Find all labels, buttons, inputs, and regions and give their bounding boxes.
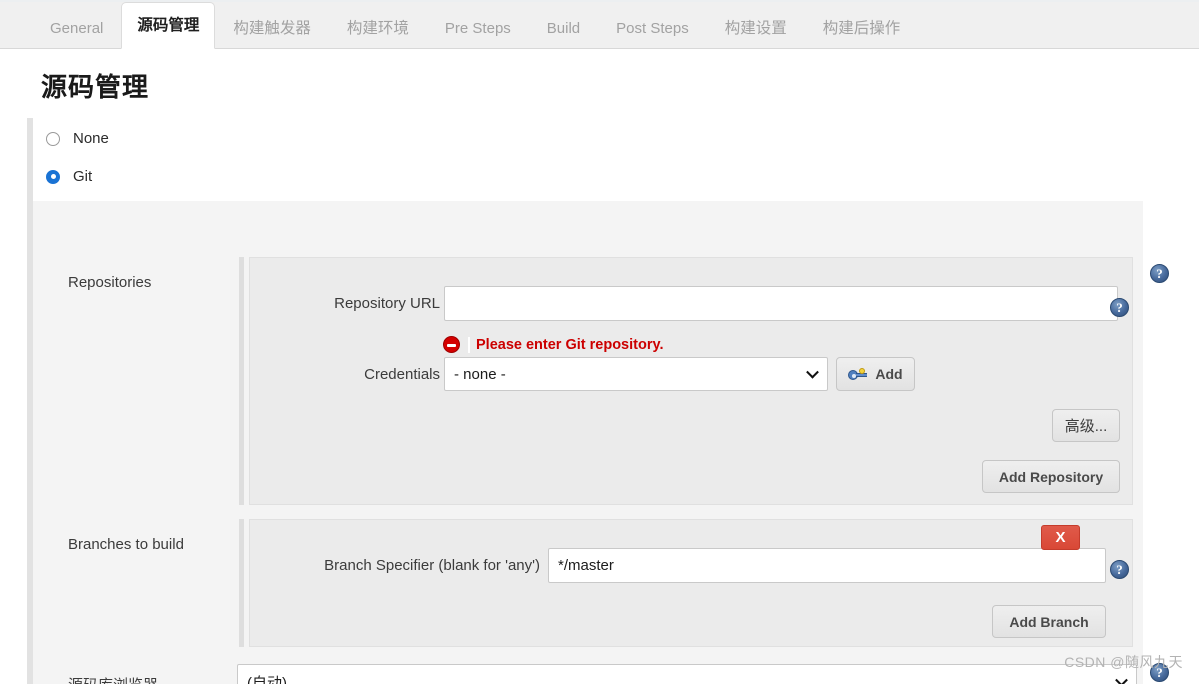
- delete-branch-button[interactable]: X: [1041, 525, 1080, 550]
- scm-option-none-label: None: [73, 130, 109, 147]
- chevron-down-icon: [1115, 673, 1128, 684]
- repository-browser-selected-value: (自动): [247, 674, 287, 684]
- repositories-help-icon[interactable]: ?: [1150, 264, 1169, 283]
- radio-git[interactable]: [46, 169, 60, 184]
- repositories-divider: [239, 257, 244, 505]
- page-title: 源码管理: [41, 72, 150, 102]
- add-credentials-label: Add: [875, 366, 903, 382]
- credentials-select[interactable]: - none -: [444, 357, 828, 391]
- config-tab-bar: General 源码管理 构建触发器 构建环境 Pre Steps Build …: [0, 0, 1199, 49]
- credentials-selected-value: - none -: [454, 365, 506, 383]
- repository-browser-label: 源码库浏览器: [68, 674, 158, 684]
- repository-url-error-text: Please enter Git repository.: [468, 336, 664, 353]
- add-branch-button[interactable]: Add Branch: [992, 605, 1106, 638]
- scm-option-git[interactable]: Git: [46, 168, 92, 185]
- tab-build-settings[interactable]: 构建设置: [707, 10, 805, 48]
- add-repository-button[interactable]: Add Repository: [982, 460, 1120, 493]
- tab-build[interactable]: Build: [529, 10, 598, 48]
- csdn-watermark: CSDN @随风九天: [1064, 654, 1183, 670]
- scm-option-none[interactable]: None: [46, 130, 109, 147]
- repositories-section-label: Repositories: [68, 274, 152, 291]
- tab-general[interactable]: General: [32, 10, 121, 48]
- tab-build-triggers[interactable]: 构建触发器: [215, 10, 329, 48]
- tab-source-code-management[interactable]: 源码管理: [121, 2, 216, 49]
- branch-specifier-input[interactable]: [548, 548, 1106, 583]
- tab-post-build-actions[interactable]: 构建后操作: [805, 10, 919, 48]
- radio-none[interactable]: [46, 131, 60, 146]
- tab-build-environment[interactable]: 构建环境: [329, 10, 427, 48]
- branch-specifier-label: Branch Specifier (blank for 'any'): [324, 557, 540, 574]
- repository-url-label: Repository URL: [334, 295, 440, 312]
- tab-post-steps[interactable]: Post Steps: [598, 10, 707, 48]
- scm-option-git-label: Git: [73, 168, 93, 185]
- key-icon: [848, 367, 868, 381]
- repository-url-error: Please enter Git repository.: [443, 336, 664, 353]
- repository-browser-select[interactable]: (自动): [237, 664, 1137, 684]
- branch-panel: Branch Specifier (blank for 'any') Add B…: [249, 519, 1133, 647]
- add-credentials-button[interactable]: Add: [836, 357, 915, 391]
- branches-divider: [239, 519, 244, 647]
- advanced-button[interactable]: 高级...: [1052, 409, 1120, 442]
- repository-panel: Repository URL Please enter Git reposito…: [249, 257, 1133, 505]
- repository-url-help-icon[interactable]: ?: [1110, 298, 1129, 317]
- credentials-label: Credentials: [364, 366, 440, 383]
- config-body: 源码管理 None Git Repositories Repository UR…: [0, 49, 1199, 684]
- chevron-down-icon: [806, 365, 819, 379]
- tab-pre-steps[interactable]: Pre Steps: [427, 10, 529, 48]
- repository-url-input[interactable]: [444, 286, 1118, 321]
- error-circle-icon: [443, 336, 460, 353]
- git-config-block: Repositories Repository URL Please enter…: [33, 201, 1169, 684]
- tab-list: General 源码管理 构建触发器 构建环境 Pre Steps Build …: [32, 0, 919, 49]
- branch-specifier-help-icon[interactable]: ?: [1110, 560, 1129, 579]
- branches-section-label: Branches to build: [68, 536, 184, 553]
- jenkins-job-config-page: General 源码管理 构建触发器 构建环境 Pre Steps Build …: [0, 0, 1199, 684]
